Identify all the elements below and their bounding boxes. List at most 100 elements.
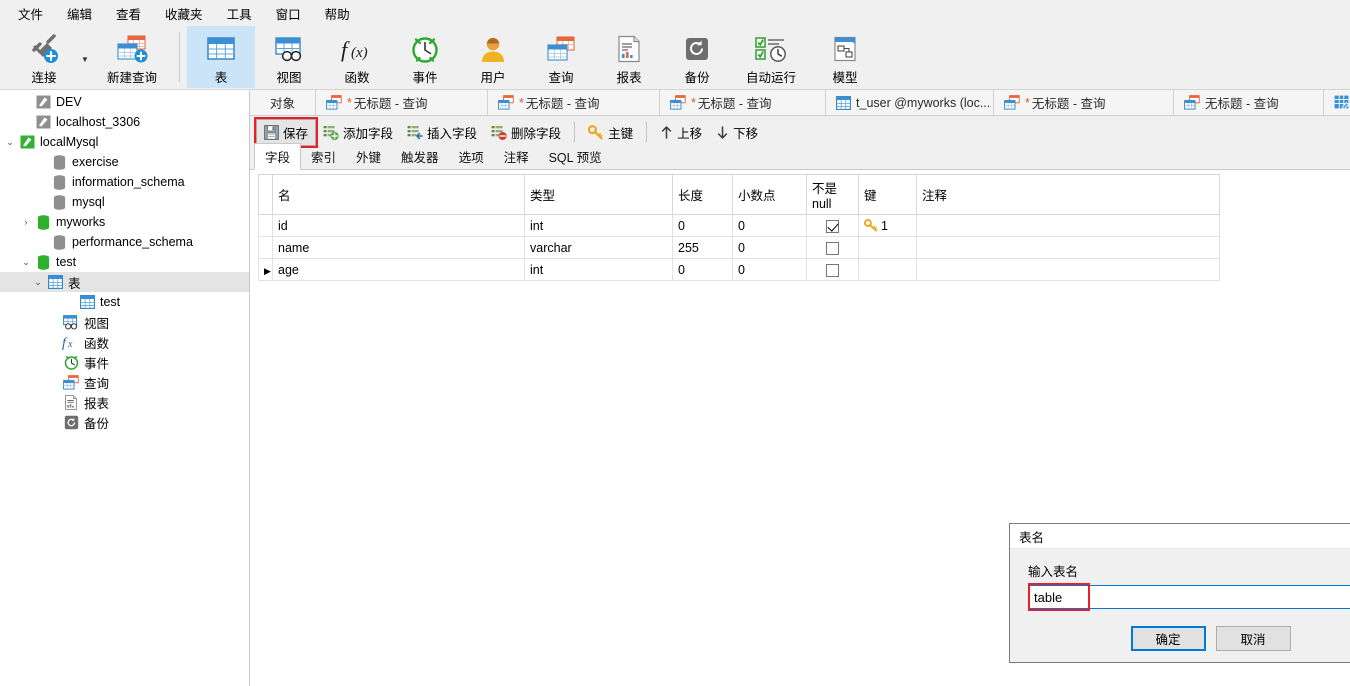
tab-options[interactable]: 选项 <box>449 144 494 169</box>
cell-field-decimals[interactable]: 0 <box>732 214 807 237</box>
table-row[interactable]: id int 0 0 1 <box>258 214 1220 237</box>
twisty-expanded-icon[interactable]: ⌄ <box>18 257 34 268</box>
ribbon-button-event[interactable]: 事件 <box>391 26 459 88</box>
tab-sql-preview[interactable]: SQL 预览 <box>539 144 612 169</box>
sidebar-item-information-schema[interactable]: information_schema <box>0 172 249 192</box>
column-header-decimals[interactable]: 小数点 <box>732 174 807 215</box>
menu-item-favorites[interactable]: 收藏夹 <box>153 0 215 27</box>
sidebar-item-localhost-3306[interactable]: localhost_3306 <box>0 112 249 132</box>
cell-field-name[interactable]: name <box>272 236 525 259</box>
tab-foreign-keys[interactable]: 外键 <box>346 144 391 169</box>
menu-item-view[interactable]: 查看 <box>104 0 153 27</box>
cell-key[interactable] <box>858 258 917 281</box>
tab-query-5[interactable]: 无标题 - 查询 <box>1174 90 1325 115</box>
sidebar-item-reports[interactable]: 报表 <box>0 392 249 412</box>
sidebar-item-performance-schema[interactable]: performance_schema <box>0 232 249 252</box>
column-header-key[interactable]: 键 <box>858 174 917 215</box>
table-name-dialog[interactable]: 表名 ✕ 输入表名 确定 取消 <box>1009 523 1350 663</box>
ribbon-button-query[interactable]: 查询 <box>527 26 595 88</box>
sidebar-item-table-test[interactable]: test <box>0 292 249 312</box>
column-header-comment[interactable]: 注释 <box>916 174 1220 215</box>
ribbon-button-connection[interactable]: 连接 <box>10 26 78 88</box>
ribbon-button-function[interactable]: f (x) 函数 <box>323 26 391 88</box>
cell-field-decimals[interactable]: 0 <box>732 258 807 281</box>
tab-triggers[interactable]: 触发器 <box>391 144 449 169</box>
not-null-checkbox[interactable] <box>826 219 839 233</box>
sidebar-item-functions[interactable]: fx 函数 <box>0 332 249 352</box>
sidebar-item-mysql[interactable]: mysql <box>0 192 249 212</box>
sidebar-item-myworks[interactable]: › myworks <box>0 212 249 232</box>
ribbon-button-backup[interactable]: 备份 <box>663 26 731 88</box>
document-tab-strip[interactable]: 对象 * 无标题 - 查询 * 无标题 - 查询 * 无标题 - 查询 t_us… <box>250 90 1350 116</box>
menu-item-window[interactable]: 窗口 <box>264 0 313 27</box>
cell-field-name[interactable]: age <box>272 258 525 281</box>
column-header-length[interactable]: 长度 <box>672 174 733 215</box>
cell-key[interactable]: 1 <box>858 214 917 237</box>
tab-overflow-indicator[interactable] <box>1324 90 1350 115</box>
move-down-button[interactable]: 下移 <box>709 120 765 145</box>
column-header-not-null[interactable]: 不是 null <box>806 174 859 215</box>
sidebar-item-events[interactable]: 事件 <box>0 352 249 372</box>
sidebar-item-tables[interactable]: ⌄ 表 <box>0 272 249 292</box>
ribbon-button-new-query[interactable]: 新建查询 <box>92 26 172 88</box>
menu-item-edit[interactable]: 编辑 <box>55 0 104 27</box>
menu-item-tools[interactable]: 工具 <box>215 0 264 27</box>
cell-field-length[interactable]: 0 <box>672 258 733 281</box>
cell-field-type[interactable]: varchar <box>524 236 673 259</box>
sidebar-item-localmysql[interactable]: ⌄ localMysql <box>0 132 249 152</box>
sidebar-item-backups[interactable]: 备份 <box>0 412 249 432</box>
cell-comment[interactable] <box>916 214 1220 237</box>
column-header-type[interactable]: 类型 <box>524 174 673 215</box>
field-grid[interactable]: 名 类型 长度 小数点 不是 null 键 注释 id int 0 0 1 na… <box>258 174 1220 281</box>
ribbon-button-report[interactable]: 报表 <box>595 26 663 88</box>
ribbon-button-model[interactable]: 模型 <box>811 26 879 88</box>
cancel-button[interactable]: 取消 <box>1215 626 1291 651</box>
add-field-button[interactable]: 添加字段 <box>316 120 400 145</box>
ribbon-button-automation[interactable]: 自动运行 <box>731 26 811 88</box>
ribbon-button-table[interactable]: 表 <box>187 26 255 88</box>
cell-field-length[interactable]: 0 <box>672 214 733 237</box>
table-name-input[interactable] <box>1028 585 1350 609</box>
connection-dropdown-caret-icon[interactable]: ▼ <box>78 55 92 64</box>
tab-objects[interactable]: 对象 <box>250 90 317 115</box>
table-row[interactable]: ▶ age int 0 0 <box>258 258 1220 281</box>
tab-query-1[interactable]: * 无标题 - 查询 <box>316 90 489 115</box>
cell-not-null[interactable] <box>806 214 859 237</box>
tab-query-2[interactable]: * 无标题 - 查询 <box>488 90 661 115</box>
cell-key[interactable] <box>858 236 917 259</box>
tab-table-t-user[interactable]: t_user @myworks (loc... <box>826 90 995 115</box>
cell-not-null[interactable] <box>806 236 859 259</box>
not-null-checkbox[interactable] <box>826 241 839 255</box>
primary-key-button[interactable]: 主键 <box>581 120 640 145</box>
insert-field-button[interactable]: 插入字段 <box>400 120 484 145</box>
twisty-expanded-icon[interactable]: ⌄ <box>2 137 18 148</box>
sidebar-item-views[interactable]: 视图 <box>0 312 249 332</box>
not-null-checkbox[interactable] <box>826 263 839 277</box>
ribbon-button-user[interactable]: 用户 <box>459 26 527 88</box>
ribbon-button-view[interactable]: 视图 <box>255 26 323 88</box>
sidebar-item-test-db[interactable]: ⌄ test <box>0 252 249 272</box>
twisty-expanded-icon[interactable]: ⌄ <box>30 277 46 288</box>
cell-comment[interactable] <box>916 258 1220 281</box>
cell-not-null[interactable] <box>806 258 859 281</box>
sidebar-item-queries[interactable]: 查询 <box>0 372 249 392</box>
tab-query-4[interactable]: * 无标题 - 查询 <box>994 90 1175 115</box>
cell-field-type[interactable]: int <box>524 214 673 237</box>
twisty-collapsed-icon[interactable]: › <box>18 217 34 227</box>
table-row[interactable]: name varchar 255 0 <box>258 236 1220 259</box>
designer-section-tabs[interactable]: 字段 索引 外键 触发器 选项 注释 SQL 预览 <box>250 143 1350 170</box>
move-up-button[interactable]: 上移 <box>653 120 709 145</box>
cell-field-name[interactable]: id <box>272 214 525 237</box>
cell-field-decimals[interactable]: 0 <box>732 236 807 259</box>
cell-field-length[interactable]: 255 <box>672 236 733 259</box>
tab-fields[interactable]: 字段 <box>254 143 302 170</box>
delete-field-button[interactable]: 删除字段 <box>484 120 568 145</box>
object-tree-sidebar[interactable]: DEV localhost_3306 ⌄ localMysql exercise <box>0 90 250 686</box>
sidebar-item-exercise[interactable]: exercise <box>0 152 249 172</box>
tab-query-3[interactable]: * 无标题 - 查询 <box>660 90 827 115</box>
save-button[interactable]: 保存 <box>253 116 319 148</box>
tab-comments[interactable]: 注释 <box>494 144 539 169</box>
tab-indexes[interactable]: 索引 <box>301 144 346 169</box>
cell-field-type[interactable]: int <box>524 258 673 281</box>
cell-comment[interactable] <box>916 236 1220 259</box>
